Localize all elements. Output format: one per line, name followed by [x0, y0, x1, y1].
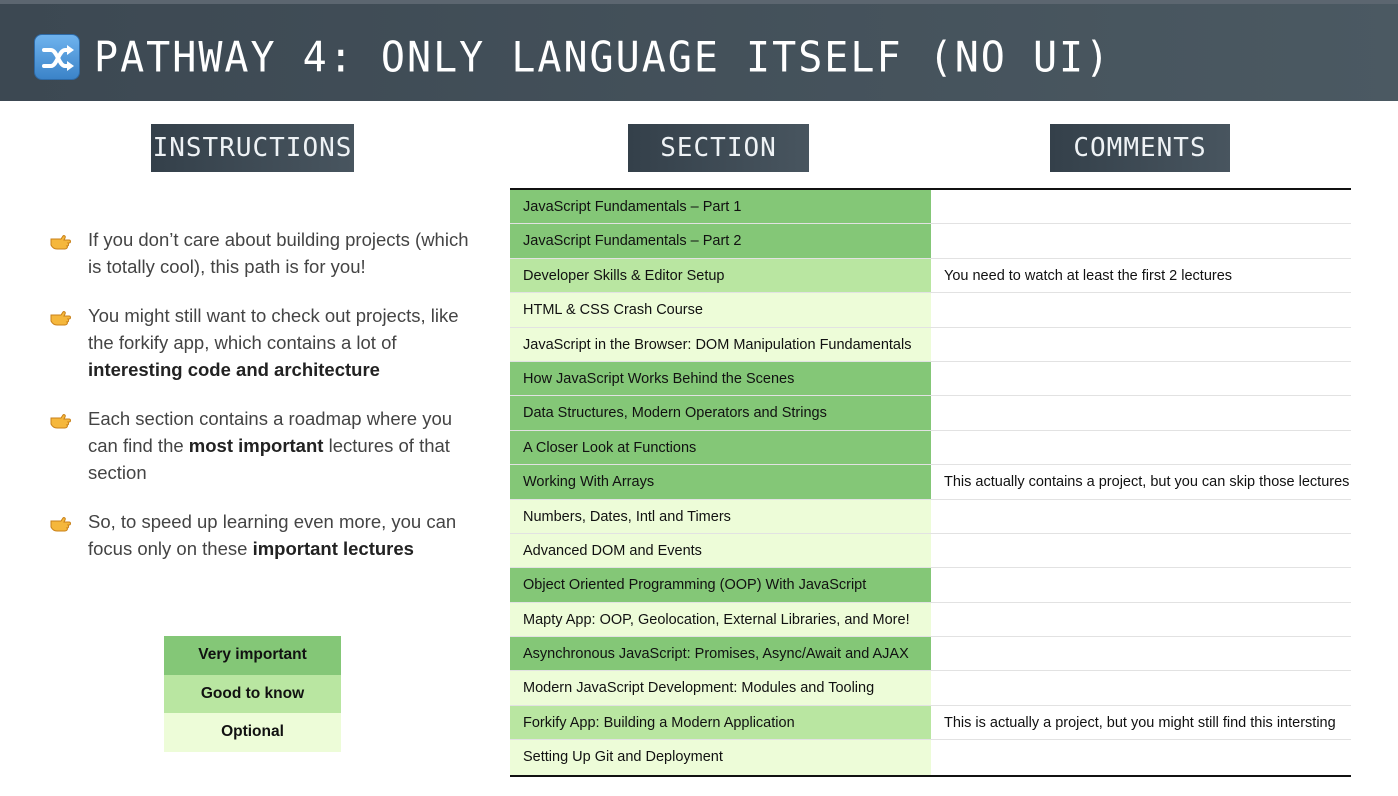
instruction-item: If you don’t care about building project… — [50, 226, 470, 280]
section-cell: Asynchronous JavaScript: Promises, Async… — [510, 637, 931, 671]
instruction-item: Each section contains a roadmap where yo… — [50, 405, 470, 486]
table-row: Developer Skills & Editor Setup You need … — [510, 258, 1351, 294]
table-row: JavaScript in the Browser: DOM Manipulat… — [510, 327, 1351, 362]
comment-cell — [931, 190, 1351, 224]
table-row: JavaScript Fundamentals – Part 2 — [510, 224, 1351, 259]
table-row: Setting Up Git and Deployment — [510, 740, 1351, 775]
instruction-text: If you don’t care about building project… — [88, 229, 469, 277]
shuffle-icon — [34, 34, 80, 80]
instruction-text: You might still want to check out projec… — [88, 305, 459, 353]
pointing-hand-icon — [50, 409, 72, 429]
table-row: Numbers, Dates, Intl and Timers — [510, 499, 1351, 534]
section-cell: HTML & CSS Crash Course — [510, 293, 931, 327]
section-cell: Data Structures, Modern Operators and St… — [510, 396, 931, 430]
table-row: A Closer Look at Functions — [510, 430, 1351, 466]
comment-cell — [931, 602, 1351, 637]
legend-item-good: Good to know — [164, 674, 341, 713]
table-row: Modern JavaScript Development: Modules a… — [510, 671, 1351, 706]
section-cell: Object Oriented Programming (OOP) With J… — [510, 568, 931, 602]
comment-cell — [931, 637, 1351, 671]
instruction-item: So, to speed up learning even more, you … — [50, 508, 470, 562]
instructions-heading: INSTRUCTIONS — [151, 124, 354, 172]
comment-cell — [931, 224, 1351, 258]
section-cell: Developer Skills & Editor Setup — [510, 258, 931, 293]
legend-item-very: Very important — [164, 636, 341, 675]
table-row: Mapty App: OOP, Geolocation, External Li… — [510, 602, 1351, 638]
comment-cell — [931, 430, 1351, 465]
importance-legend: Very important Good to know Optional — [164, 636, 341, 752]
section-cell: Advanced DOM and Events — [510, 533, 931, 568]
table-row: How JavaScript Works Behind the Scenes — [510, 361, 1351, 397]
comment-cell — [931, 671, 1351, 705]
table-row: HTML & CSS Crash Course — [510, 293, 1351, 328]
section-cell: A Closer Look at Functions — [510, 430, 931, 465]
emphasis-text: interesting code and architecture — [88, 359, 380, 380]
section-cell: Numbers, Dates, Intl and Timers — [510, 499, 931, 533]
table-row: Working With Arrays This actually contain… — [510, 465, 1351, 500]
emphasis-text: important lectures — [252, 538, 414, 559]
sections-table: JavaScript Fundamentals – Part 1 JavaScri… — [510, 188, 1351, 777]
comment-cell — [931, 361, 1351, 396]
comment-cell: This actually contains a project, but yo… — [931, 465, 1351, 499]
instructions-list: If you don’t care about building project… — [50, 226, 470, 584]
section-cell: JavaScript Fundamentals – Part 2 — [510, 224, 931, 258]
section-cell: JavaScript in the Browser: DOM Manipulat… — [510, 327, 931, 361]
comment-cell: This is actually a project, but you migh… — [931, 705, 1351, 740]
page-title: PATHWAY 4: ONLY LANGUAGE ITSELF (NO UI) — [94, 33, 1112, 83]
table-row: Data Structures, Modern Operators and St… — [510, 396, 1351, 431]
table-row: Forkify App: Building a Modern Applicati… — [510, 705, 1351, 741]
comment-cell — [931, 740, 1351, 775]
section-cell: JavaScript Fundamentals – Part 1 — [510, 190, 931, 224]
table-row: Object Oriented Programming (OOP) With J… — [510, 568, 1351, 603]
comment-cell — [931, 293, 1351, 327]
section-cell: Mapty App: OOP, Geolocation, External Li… — [510, 602, 931, 637]
emphasis-text: most important — [188, 435, 324, 456]
section-cell: Working With Arrays — [510, 465, 931, 499]
pointing-hand-icon — [50, 230, 72, 250]
pointing-hand-icon — [50, 512, 72, 532]
table-row: Advanced DOM and Events — [510, 533, 1351, 569]
table-row: Asynchronous JavaScript: Promises, Async… — [510, 637, 1351, 672]
comment-cell — [931, 499, 1351, 533]
comments-heading: COMMENTS — [1050, 124, 1230, 172]
legend-item-opt: Optional — [164, 713, 341, 752]
section-cell: Forkify App: Building a Modern Applicati… — [510, 705, 931, 740]
comment-cell — [931, 396, 1351, 430]
comment-cell — [931, 533, 1351, 568]
comment-cell: You need to watch at least the first 2 l… — [931, 258, 1351, 293]
comment-cell — [931, 568, 1351, 602]
pointing-hand-icon — [50, 306, 72, 326]
comment-cell — [931, 327, 1351, 361]
section-cell: How JavaScript Works Behind the Scenes — [510, 361, 931, 396]
table-row: JavaScript Fundamentals – Part 1 — [510, 190, 1351, 225]
page-header: PATHWAY 4: ONLY LANGUAGE ITSELF (NO UI) — [0, 0, 1398, 101]
section-cell: Setting Up Git and Deployment — [510, 740, 931, 775]
section-heading: SECTION — [628, 124, 809, 172]
instruction-item: You might still want to check out projec… — [50, 302, 470, 383]
section-cell: Modern JavaScript Development: Modules a… — [510, 671, 931, 705]
